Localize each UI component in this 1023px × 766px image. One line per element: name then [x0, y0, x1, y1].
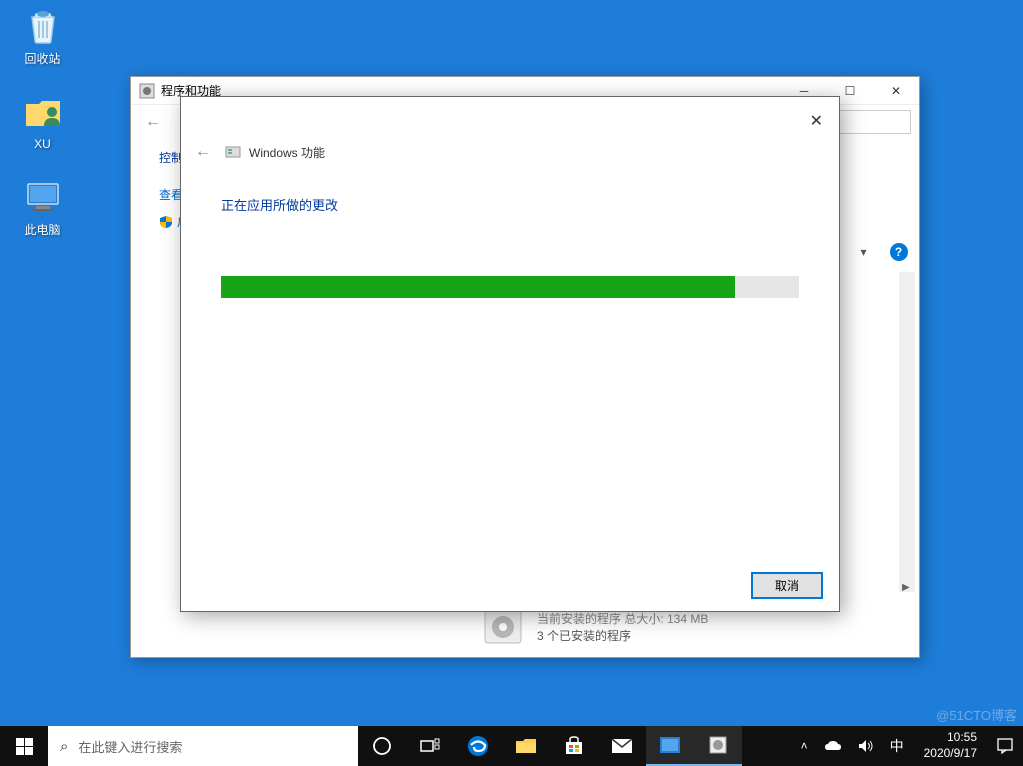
search-icon: ⌕	[60, 738, 68, 755]
features-icon	[225, 144, 241, 160]
programs-icon	[139, 83, 155, 99]
tray-ime-indicator[interactable]: 中	[886, 736, 908, 756]
tray-volume-icon[interactable]	[854, 739, 878, 753]
view-toolbar: ▾ ?	[849, 237, 919, 267]
vertical-scrollbar[interactable]	[899, 272, 915, 592]
status-text: 正在应用所做的更改	[221, 195, 839, 214]
search-placeholder: 在此键入进行搜索	[78, 737, 182, 756]
dialog-back-button[interactable]: ←	[191, 139, 215, 165]
edge-icon[interactable]	[454, 726, 502, 766]
task-view-icon[interactable]	[406, 726, 454, 766]
taskbar-clock[interactable]: 10:55 2020/9/17	[916, 730, 985, 761]
start-button[interactable]	[0, 726, 48, 766]
progress-fill	[221, 276, 735, 298]
clock-date: 2020/9/17	[924, 746, 977, 762]
action-center-icon[interactable]	[993, 738, 1017, 754]
dialog-title: Windows 功能	[225, 144, 325, 161]
progress-bar	[221, 276, 799, 298]
taskbar-app-2[interactable]	[694, 726, 742, 766]
desktop-icons: 回收站 XU 此电脑	[5, 5, 80, 238]
footer-count: 3 个已安装的程序	[537, 627, 708, 644]
desktop-icon-recycle-bin[interactable]: 回收站	[5, 5, 80, 67]
file-explorer-icon[interactable]	[502, 726, 550, 766]
folder-user-icon	[22, 92, 64, 134]
icon-label: 回收站	[24, 50, 60, 67]
system-tray: ˄ 中 10:55 2020/9/17	[791, 730, 1023, 761]
shield-icon	[159, 215, 173, 229]
view-dropdown-icon[interactable]: ▾	[860, 245, 866, 259]
taskbar-search[interactable]: ⌕ 在此键入进行搜索	[48, 726, 358, 766]
store-icon[interactable]	[550, 726, 598, 766]
nav-back-button[interactable]: ←	[139, 111, 167, 133]
icon-label: XU	[34, 137, 51, 151]
dialog-close-button[interactable]: ✕	[806, 107, 827, 135]
this-pc-icon	[22, 176, 64, 218]
taskbar-app-1[interactable]	[646, 726, 694, 766]
clock-time: 10:55	[924, 730, 977, 746]
window-close-button[interactable]: ✕	[873, 77, 919, 105]
help-icon[interactable]: ?	[890, 243, 908, 261]
cortana-icon[interactable]	[358, 726, 406, 766]
tray-overflow-icon[interactable]: ˄	[797, 739, 812, 753]
tray-onedrive-icon[interactable]	[820, 740, 846, 752]
cancel-button[interactable]: 取消	[751, 572, 823, 599]
windows-features-dialog: ✕ ← Windows 功能 正在应用所做的更改 取消	[180, 96, 840, 612]
watermark: @51CTO博客	[936, 705, 1017, 724]
footer-summary: 当前安装的程序 总大小: 134 MB	[537, 610, 708, 627]
mail-icon[interactable]	[598, 726, 646, 766]
desktop-icon-xu-folder[interactable]: XU	[5, 92, 80, 151]
recycle-bin-icon	[22, 5, 64, 47]
desktop-icon-this-pc[interactable]: 此电脑	[5, 176, 80, 238]
icon-label: 此电脑	[24, 221, 60, 238]
taskbar: ⌕ 在此键入进行搜索 ˄ 中 10:55 2020/9/17	[0, 726, 1023, 766]
